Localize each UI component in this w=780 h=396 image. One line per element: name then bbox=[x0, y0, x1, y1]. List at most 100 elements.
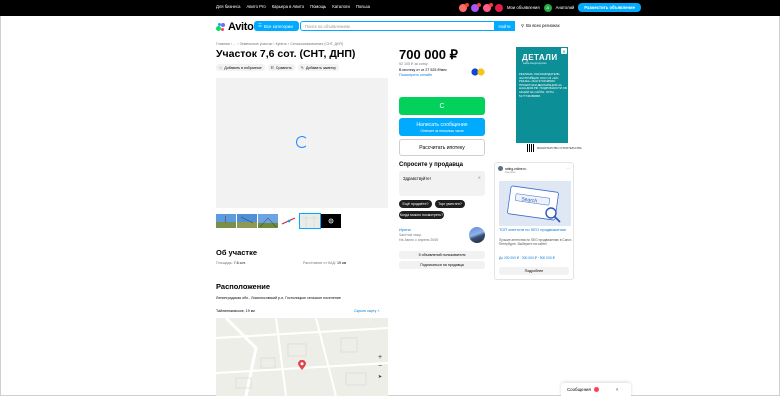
user-avatar[interactable]: А bbox=[543, 3, 552, 12]
ad-details-button[interactable]: Подробнее bbox=[499, 267, 569, 275]
top-bar: Для бизнеса Авито Pro Карьера в Авито По… bbox=[0, 0, 780, 16]
zoom-out-button[interactable]: − bbox=[376, 363, 384, 370]
page-frame bbox=[0, 0, 780, 396]
more-options-icon[interactable]: ⋯ bbox=[566, 166, 570, 171]
top-link-business[interactable]: Для бизнеса bbox=[216, 4, 240, 9]
top-link-career[interactable]: Карьера в Авито bbox=[272, 4, 304, 9]
messages-icon[interactable] bbox=[483, 2, 493, 12]
ad-body: Лучшие агентства по SEO продвижению в Са… bbox=[499, 238, 573, 246]
mortgage-text: В ипотеку от от 27 525 ₽/мес bbox=[399, 68, 447, 72]
top-link-help[interactable]: Помощь bbox=[310, 4, 326, 9]
chevron-up-icon[interactable]: ˄ bbox=[616, 387, 619, 392]
listing-actions: ♡ Добавить в избранное ☷ Сравнить ✎ Добавит… bbox=[216, 64, 339, 71]
banner-footer: МИНИСТЕРСТВО СТРОИТЕЛЬСТВА bbox=[527, 144, 582, 152]
seller-type: Частное лицо bbox=[399, 233, 422, 237]
ad-headline[interactable]: ТОП агентств по SEO продвижению bbox=[499, 227, 573, 233]
seller-name[interactable]: Ирина bbox=[399, 227, 411, 232]
find-button[interactable]: Найти bbox=[494, 21, 515, 31]
thumbnail-2[interactable] bbox=[237, 214, 257, 228]
bank-logos-icon bbox=[471, 68, 485, 76]
all-categories-label: Все категории bbox=[263, 23, 293, 29]
add-note-button[interactable]: ✎ Добавить заметку bbox=[297, 64, 339, 71]
qr-code-icon bbox=[527, 144, 535, 152]
write-message-label: Написать сообщение bbox=[416, 121, 468, 128]
breadcrumb[interactable]: Главная › … › Земельные участки › Купить… bbox=[216, 42, 343, 46]
thumbnail-5-map[interactable] bbox=[299, 213, 321, 229]
hide-map-label: Скрыть карту bbox=[354, 309, 377, 313]
seller-avatar[interactable] bbox=[469, 227, 485, 243]
ad-price: До 200 000 ₽ · 300 000 ₽ · 500 000 ₽ bbox=[499, 256, 555, 260]
thumbnail-4[interactable] bbox=[279, 214, 299, 228]
add-favorite-label: Добавить в избранное bbox=[224, 65, 262, 70]
location-map[interactable] bbox=[216, 318, 388, 396]
ad-close-icon[interactable]: ✕ bbox=[561, 48, 567, 54]
zoom-in-button[interactable]: + bbox=[376, 354, 384, 361]
chip-still-selling[interactable]: Ещё продаёте? bbox=[399, 200, 432, 208]
write-message-sub: Отвечает за несколько часов bbox=[420, 128, 464, 133]
ad-card[interactable]: rating-online.ru Реклама ⋯ Search ТОП аг… bbox=[494, 162, 574, 280]
add-favorite-button[interactable]: ♡ Добавить в избранное bbox=[216, 64, 265, 71]
ad-source-sub: Реклама bbox=[505, 171, 516, 174]
thumbnail-1[interactable] bbox=[216, 214, 236, 228]
favorites-icon[interactable] bbox=[459, 2, 469, 12]
ad-image: Search bbox=[499, 181, 571, 226]
unread-dot-icon bbox=[593, 387, 599, 392]
hide-map-link[interactable]: Скрыть карту ˄ bbox=[354, 309, 379, 313]
thumbnail-6-more[interactable] bbox=[321, 214, 341, 228]
banner-ad[interactable]: ДЕТАЛИ кафе-кондитерская РЕКЛАМА. РЕКЛАМ… bbox=[516, 47, 568, 143]
ask-seller-title: Спросите у продавца bbox=[399, 162, 463, 168]
map-canvas bbox=[216, 318, 388, 396]
all-categories-button[interactable]: ☰ Все категории bbox=[254, 21, 299, 31]
kad-value: 19 км bbox=[337, 261, 347, 265]
write-message-button[interactable]: Написать сообщение Отвечает за несколько… bbox=[399, 118, 485, 136]
heart-icon: ♡ bbox=[219, 65, 223, 70]
thumbnail-3[interactable] bbox=[258, 214, 278, 228]
ad-source-name: rating-online.ru bbox=[505, 166, 527, 171]
chip-when-view[interactable]: Когда можно посмотреть? bbox=[399, 211, 444, 219]
seller-ads-button[interactable]: 5 объявлений пользователя bbox=[399, 251, 485, 259]
page-title: Участок 7,6 сот. (СНТ, ДНП) bbox=[216, 48, 356, 60]
avito-logo[interactable]: Avito bbox=[216, 21, 254, 33]
search-input[interactable]: Поиск по объявлениям bbox=[300, 21, 515, 31]
area-value: 7.6 сот. bbox=[233, 261, 246, 265]
avito-logo-text: Avito bbox=[228, 21, 254, 33]
show-phone-button[interactable]: С bbox=[399, 97, 485, 115]
top-bar-right: Мои объявления А Анатолий Разместить объ… bbox=[459, 2, 641, 12]
location-title: Расположение bbox=[216, 282, 271, 291]
chip-bargain[interactable]: Торг уместен? bbox=[435, 200, 465, 208]
menu-icon: ☰ bbox=[258, 23, 262, 28]
compare-button[interactable]: ☷ Сравнить bbox=[267, 64, 295, 71]
geolocate-icon[interactable]: ➤ bbox=[376, 374, 384, 380]
ask-seller-text: Здравствуйте! bbox=[403, 176, 431, 181]
my-ads-link[interactable]: Мои объявления bbox=[507, 5, 540, 10]
calc-mortgage-button[interactable]: Рассчитать ипотеку bbox=[399, 139, 485, 156]
avito-logo-icon bbox=[216, 22, 226, 32]
cart-icon[interactable] bbox=[495, 3, 503, 12]
ask-seller-input[interactable]: Здравствуйте! ✕ bbox=[399, 171, 485, 196]
post-ad-button[interactable]: Разместить объявление bbox=[578, 3, 641, 12]
area-label: Площадь: bbox=[216, 261, 233, 265]
banner-footer-text: МИНИСТЕРСТВО СТРОИТЕЛЬСТВА bbox=[537, 146, 582, 150]
region-selector[interactable]: ⚲ Во всех регионах bbox=[521, 23, 560, 28]
photo-gallery[interactable] bbox=[216, 78, 388, 208]
banner-body: РЕКЛАМА. РЕКЛАМОДАТЕЛЬ: ЗАСТРОЙЩИК ООО С… bbox=[519, 72, 567, 98]
compare-label: Сравнить bbox=[275, 65, 292, 70]
subscribe-seller-button[interactable]: Подписаться на продавца bbox=[399, 261, 485, 269]
compare-icon: ☷ bbox=[270, 65, 274, 70]
top-links: Для бизнеса Авито Pro Карьера в Авито По… bbox=[216, 4, 370, 9]
clear-icon[interactable]: ✕ bbox=[478, 175, 481, 180]
top-link-benefit[interactable]: Польза bbox=[356, 4, 370, 9]
kad-label: Расстояние от КАД: bbox=[303, 261, 337, 265]
messages-bar[interactable]: Сообщения ˄ bbox=[561, 383, 631, 396]
notifications-icon[interactable] bbox=[471, 2, 481, 12]
mortgage-link[interactable]: Посмотреть онлайн bbox=[399, 73, 432, 77]
top-link-catalogs[interactable]: Каталоги bbox=[332, 4, 350, 9]
location-pin-icon: ⚲ bbox=[521, 23, 525, 28]
region-label: Во всех регионах bbox=[526, 23, 560, 28]
address-text: Ленинградская обл., Ломоносовский р-н, Г… bbox=[216, 296, 341, 300]
user-name[interactable]: Анатолий bbox=[556, 5, 575, 10]
price: 700 000 ₽ bbox=[399, 47, 458, 62]
top-link-avito-pro[interactable]: Авито Pro bbox=[246, 4, 265, 9]
area-row: Площадь: 7.6 сот. bbox=[216, 261, 246, 265]
note-icon: ✎ bbox=[300, 65, 304, 70]
